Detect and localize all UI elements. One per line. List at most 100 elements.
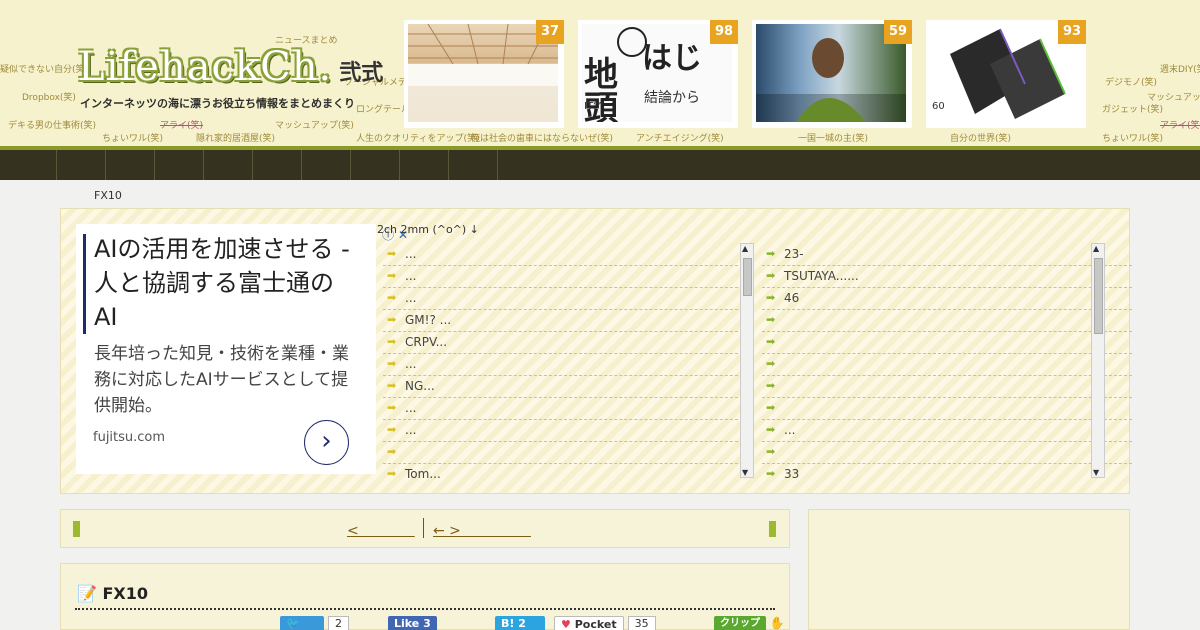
header-bg-word[interactable]: 人生のクオリティをアップ(笑)	[356, 131, 479, 144]
thumb-count-badge: 93	[1058, 20, 1086, 44]
header-bg-word[interactable]: Dropbox(笑)	[22, 90, 76, 103]
pager-marker	[769, 521, 776, 537]
featured-thumb-3[interactable]: 59	[752, 20, 912, 128]
featured-thumb-4[interactable]: 60 93	[926, 20, 1086, 128]
header-bg-word[interactable]: ガジェット(笑)	[1102, 102, 1163, 115]
feed-item[interactable]: ...	[383, 354, 753, 376]
feed-item[interactable]: 23-	[762, 244, 1132, 266]
logo-sub: 弐式	[339, 61, 384, 86]
site-tagline: インターネッツの海に漂うお役立ち情報をまとめまくり	[80, 97, 355, 110]
sidebar-box	[808, 509, 1130, 630]
nav-separator	[448, 150, 449, 180]
post-pager: < ← >	[60, 509, 790, 548]
advertisement[interactable]: ⓘ ✕ AIの活用を加速させる - 人と協調する富士通のAI 長年培った知見・技…	[76, 224, 408, 474]
featured-thumb-1[interactable]: 37	[404, 20, 564, 128]
scroll-up-icon[interactable]: ▲	[1093, 244, 1099, 253]
feed-item[interactable]: NG...	[383, 376, 753, 398]
pager-marker	[73, 521, 80, 537]
header-bg-word[interactable]: デキる男の仕事術(笑)	[8, 118, 96, 131]
feed-item[interactable]: ...	[383, 288, 753, 310]
tweet-share[interactable]: 🐦 2	[280, 616, 349, 630]
feed-item[interactable]: ...	[383, 266, 753, 288]
feed-list-right: 23-TSUTAYA......46... 33	[762, 244, 1132, 478]
feed-item[interactable]	[762, 398, 1132, 420]
feed-item[interactable]: 33	[762, 464, 1132, 478]
scroll-up-icon[interactable]: ▲	[742, 244, 748, 253]
main-navigation	[0, 146, 1200, 180]
header-bg-word[interactable]: デジモノ(笑)	[1105, 75, 1157, 88]
pocket-button[interactable]: ♥ Pocket	[554, 616, 624, 630]
nav-separator	[252, 150, 253, 180]
header-bg-word[interactable]: アライ(笑)	[1160, 118, 1200, 131]
clip-button[interactable]: クリップ	[714, 616, 766, 630]
hatena-bookmark-button[interactable]: B! 2	[495, 616, 545, 630]
title-divider	[75, 608, 775, 610]
next-post-link[interactable]: ← >	[433, 520, 531, 540]
feed-item[interactable]: GM!? ...	[383, 310, 753, 332]
pocket-share[interactable]: ♥ Pocket 35	[554, 616, 656, 630]
thumb-caption: 60	[932, 101, 945, 112]
ad-body: 長年培った知見・技術を業種・業務に対応したAIサービスとして提供開始。	[94, 344, 349, 416]
feed-item[interactable]	[762, 310, 1132, 332]
feed-item[interactable]: ...	[383, 244, 753, 266]
scroll-thumb[interactable]	[1094, 258, 1103, 334]
header-bg-word[interactable]: アンチエイジング(笑)	[636, 131, 724, 144]
header-bg-word[interactable]: 隠れ家的居酒屋(笑)	[196, 131, 275, 144]
nav-separator	[399, 150, 400, 180]
feed-item[interactable]	[383, 442, 753, 464]
feed-item[interactable]	[762, 376, 1132, 398]
nav-separator	[497, 150, 498, 180]
featured-thumb-2[interactable]: 地 頭 はじ 結論から IT“” 98	[578, 20, 738, 128]
header-bg-word[interactable]: ちょいワル(笑)	[1102, 131, 1163, 144]
ad-title[interactable]: AIの活用を加速させる - 人と協調する富士通のAI	[94, 232, 354, 334]
scroll-down-icon[interactable]: ▼	[1093, 468, 1099, 477]
feed-list-left: ... ......GM!? ...CRPV......NG.........T…	[383, 244, 753, 478]
feed-right-scrollbar[interactable]: ▲ ▼	[1091, 243, 1105, 478]
hatena-bookmark[interactable]: B! 2	[495, 616, 545, 630]
site-logo[interactable]: LifehackCh. 弐式	[78, 44, 383, 90]
tweet-count: 2	[328, 616, 349, 630]
prev-post-link[interactable]: <	[347, 520, 415, 540]
feed-header: 2ch 2mm (^o^) ↓	[377, 223, 479, 236]
feed-item[interactable]	[762, 442, 1132, 464]
header-bg-word[interactable]: 週末DIY(笑)	[1160, 62, 1200, 75]
feed-item[interactable]	[762, 354, 1132, 376]
header-bg-word[interactable]: マッシュアップ(笑)	[275, 118, 354, 131]
feed-item[interactable]: 46	[762, 288, 1132, 310]
facebook-like-button[interactable]: Like 3	[388, 616, 437, 630]
feed-item[interactable]: CRPV...	[383, 332, 753, 354]
header-bg-word[interactable]: ロングテール	[356, 102, 410, 115]
header-bg-word[interactable]: 疑似できない自分(笑)	[0, 62, 88, 75]
thumb-caption: IT“”	[584, 101, 604, 112]
header-bg-word[interactable]: 一国一城の主(笑)	[798, 131, 868, 144]
header-bg-word[interactable]: ちょいワル(笑)	[102, 131, 163, 144]
ad-arrow-button[interactable]: ›	[304, 420, 349, 465]
scroll-down-icon[interactable]: ▼	[742, 468, 748, 477]
facebook-like[interactable]: Like 3	[388, 616, 437, 630]
svg-text:はじ: はじ	[642, 41, 702, 76]
logo-main: LifehackCh.	[78, 44, 333, 90]
feed-left-scrollbar[interactable]: ▲ ▼	[740, 243, 754, 478]
header-bg-word[interactable]: 自分の世界(笑)	[950, 131, 1011, 144]
clip-share[interactable]: クリップ ✋	[714, 616, 784, 630]
memo-icon: 📝	[77, 584, 97, 603]
pocket-count: 35	[627, 616, 656, 630]
pager-separator	[423, 518, 424, 538]
nav-separator	[56, 150, 57, 180]
feed-item[interactable]: Tom...	[383, 464, 753, 478]
article-title-text: FX10	[102, 584, 149, 603]
feed-item[interactable]	[762, 332, 1132, 354]
thumb-count-badge: 37	[536, 20, 564, 44]
header-bg-word[interactable]: 俺は社会の歯車にはならないぜ(笑)	[471, 131, 613, 144]
ad-domain[interactable]: fujitsu.com	[93, 430, 165, 445]
header-bg-word[interactable]: アライ(笑)	[160, 118, 203, 131]
feed-item[interactable]: ...	[383, 398, 753, 420]
feed-item[interactable]: TSUTAYA......	[762, 266, 1132, 288]
feed-item[interactable]: ...	[383, 420, 753, 442]
twitter-icon[interactable]: 🐦	[280, 616, 324, 630]
nav-separator	[350, 150, 351, 180]
scroll-thumb[interactable]	[743, 258, 752, 296]
feed-item[interactable]: ...	[762, 420, 1132, 442]
pocket-icon: ♥	[561, 618, 571, 630]
breadcrumb[interactable]: FX10	[94, 189, 122, 202]
